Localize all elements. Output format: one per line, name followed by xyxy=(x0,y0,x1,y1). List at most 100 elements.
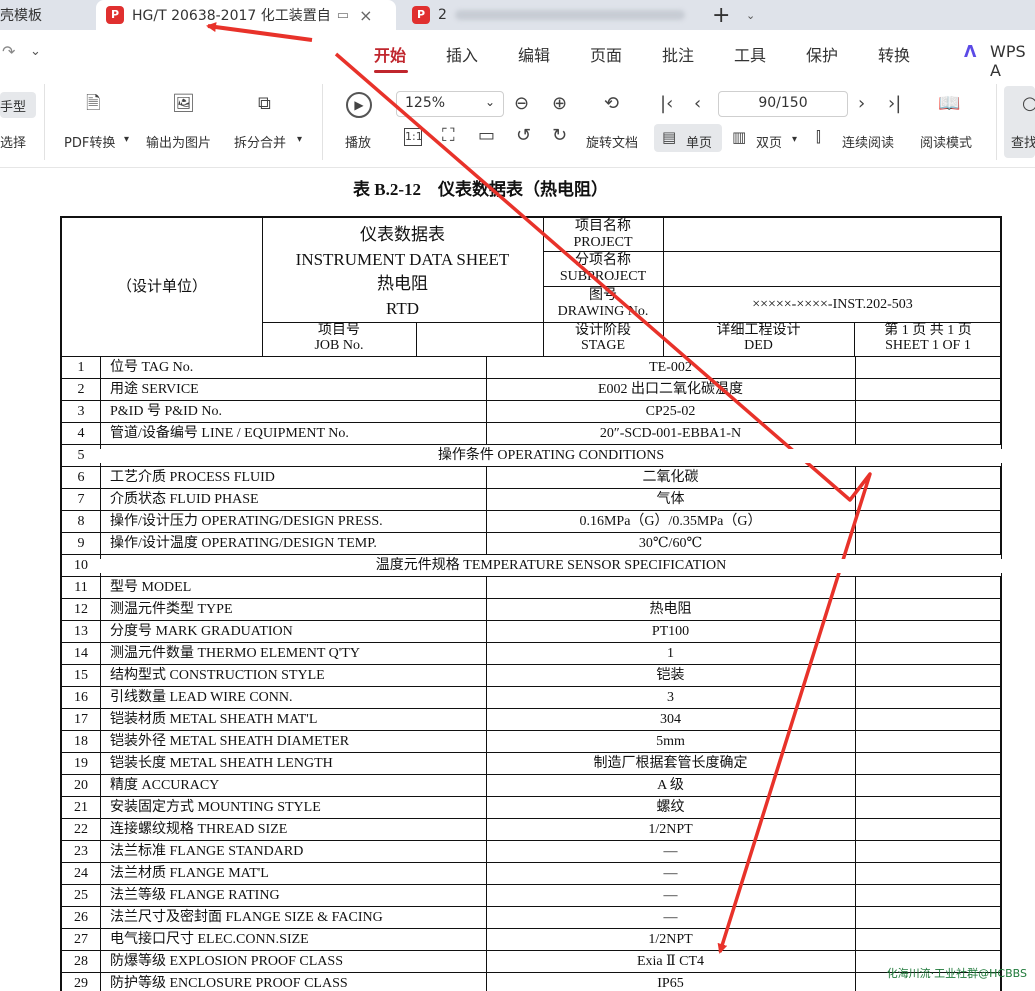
stage-label-en: STAGE xyxy=(581,338,625,353)
row-value: 1/2NPT xyxy=(648,822,693,837)
divider xyxy=(996,84,997,160)
play-button[interactable]: 播放 xyxy=(345,132,371,151)
last-page-icon[interactable]: ›| xyxy=(888,94,901,114)
menu-insert[interactable]: 插入 xyxy=(446,42,478,66)
table-row: 3 P&ID 号 P&ID No. CP25-02 xyxy=(62,401,1002,423)
rotate-right-icon[interactable]: ↻ xyxy=(552,126,567,146)
pdf-page-view[interactable]: 表 B.2-12 仪表数据表（热电阻） （设计单位） 仪表数据表 INSTRUM… xyxy=(0,168,1035,991)
row-number: 29 xyxy=(74,976,88,991)
sheet-type-en: RTD xyxy=(386,299,419,318)
row-label: 引线数量 LEAD WIRE CONN. xyxy=(110,690,293,705)
chevron-down-icon[interactable]: ⌄ xyxy=(746,0,755,30)
row-label: 精度 ACCURACY xyxy=(110,778,220,793)
menu-protect[interactable]: 保护 xyxy=(806,42,838,66)
tab-label: 2 xyxy=(438,7,447,23)
row-label: 铠装外径 METAL SHEATH DIAMETER xyxy=(110,734,350,749)
row-value: Exia Ⅱ CT4 xyxy=(636,954,705,969)
tab-other-document[interactable]: P 2 xyxy=(406,0,696,30)
search-icon: ○ xyxy=(1022,93,1035,114)
split-merge-button[interactable]: 拆分合并 xyxy=(234,132,286,151)
menu-wps-ai[interactable]: WPS A xyxy=(990,42,1035,80)
grid-line xyxy=(543,251,1002,252)
menu-tools[interactable]: 工具 xyxy=(734,42,766,66)
row-label: 分度号 MARK GRADUATION xyxy=(110,624,293,639)
continuous-read-button[interactable]: 连续阅读 xyxy=(842,132,894,151)
fit-width-icon[interactable]: ▭ xyxy=(478,126,495,146)
first-page-icon[interactable]: |‹ xyxy=(660,94,673,114)
table-row: 8 操作/设计压力 OPERATING/DESIGN PRESS. 0.16MPa（… xyxy=(62,511,1002,533)
find-button[interactable]: 查找 xyxy=(1011,132,1035,151)
tab-template[interactable]: 壳模板 xyxy=(0,0,90,30)
read-mode-icon: 📖 xyxy=(938,93,961,114)
row-label: P&ID 号 P&ID No. xyxy=(110,404,223,419)
table-row: 21 安装固定方式 MOUNTING STYLE 螺纹 xyxy=(62,797,1002,819)
row-value: — xyxy=(663,844,678,859)
close-icon[interactable]: × xyxy=(359,6,372,25)
row-value: 1/2NPT xyxy=(648,932,693,947)
table-row: 9 操作/设计温度 OPERATING/DESIGN TEMP. 30℃/60℃ xyxy=(62,533,1002,555)
menu-start[interactable]: 开始 xyxy=(374,42,406,66)
row-value: 螺纹 xyxy=(656,800,685,815)
row-label: 电气接口尺寸 ELEC.CONN.SIZE xyxy=(110,932,309,947)
menu-edit[interactable]: 编辑 xyxy=(518,42,550,66)
table-row: 27 电气接口尺寸 ELEC.CONN.SIZE 1/2NPT xyxy=(62,929,1002,951)
row-value: IP65 xyxy=(657,976,684,991)
redo-icon[interactable]: ↷ xyxy=(2,42,15,61)
table-row: 6 工艺介质 PROCESS FLUID 二氧化碳 xyxy=(62,467,1002,489)
menu-bar: ↷ ⌄ 开始 插入 编辑 页面 批注 工具 保护 转换 ᐱ WPS A xyxy=(0,30,1035,80)
new-tab-button[interactable]: + xyxy=(712,0,738,30)
row-label: 防护等级 ENCLOSURE PROOF CLASS xyxy=(110,976,348,991)
zoom-select[interactable]: 125% ⌄ xyxy=(396,91,504,117)
row-value: 铠装 xyxy=(656,668,685,683)
sheet-count-en: SHEET 1 OF 1 xyxy=(885,338,971,353)
zoom-in-icon[interactable]: ⊕ xyxy=(552,94,567,114)
split-merge-icon: ⧉ xyxy=(258,93,271,114)
fit-page-icon[interactable]: ⛶ xyxy=(442,126,455,146)
row-label: 法兰尺寸及密封面 FLANGE SIZE & FACING xyxy=(110,910,383,925)
row-label: 操作/设计压力 OPERATING/DESIGN PRESS. xyxy=(110,514,383,529)
read-mode-button[interactable]: 阅读模式 xyxy=(920,132,972,151)
watermark-text: 化海川流·工业社群@HCBBS xyxy=(886,967,1027,980)
rotate-left-icon[interactable]: ↺ xyxy=(516,126,531,146)
row-number: 7 xyxy=(77,492,85,507)
sheet-count-cn: 第 1 页 共 1 页 xyxy=(884,323,972,338)
menu-page[interactable]: 页面 xyxy=(590,42,622,66)
chevron-down-icon[interactable]: ⌄ xyxy=(30,44,41,59)
table-row: 1 位号 TAG No. TE-002 xyxy=(62,357,1002,379)
row-label: 铠装长度 METAL SHEATH LENGTH xyxy=(110,756,333,771)
row-value: 20″-SCD-001-EBBA1-N xyxy=(599,426,742,441)
select-tool-button[interactable]: 选择 xyxy=(0,132,26,151)
row-number: 24 xyxy=(74,866,88,881)
pdf-convert-button[interactable]: PDF转换 xyxy=(64,132,115,151)
row-number: 2 xyxy=(77,382,85,397)
single-page-icon: ▤ xyxy=(662,128,677,146)
rotate-document-button[interactable]: 旋转文档 xyxy=(586,132,638,151)
active-menu-indicator xyxy=(374,70,408,73)
page-number-input[interactable]: 90/150 xyxy=(718,91,848,117)
actual-size-icon[interactable]: 1:1 xyxy=(404,128,423,146)
row-label: 介质状态 FLUID PHASE xyxy=(110,492,259,507)
row-value: — xyxy=(663,910,678,925)
row-number: 4 xyxy=(77,426,85,441)
table-row: 26 法兰尺寸及密封面 FLANGE SIZE & FACING — xyxy=(62,907,1002,929)
double-page-button[interactable]: 双页 xyxy=(756,132,782,151)
tab-bar: 壳模板 P HG/T 20638-2017 化工装置自 ▭ × P 2 + ⌄ xyxy=(0,0,1035,30)
row-value: 二氧化碳 xyxy=(642,470,699,485)
plus-icon: + xyxy=(712,2,731,28)
zoom-out-icon[interactable]: ⊖ xyxy=(514,94,529,114)
drawing-label-en: DRAWING No. xyxy=(557,304,649,319)
menu-annotate[interactable]: 批注 xyxy=(662,42,694,66)
tab-active-document[interactable]: P HG/T 20638-2017 化工装置自 ▭ × xyxy=(96,0,396,30)
hand-tool-button[interactable]: 手型 xyxy=(0,96,26,115)
row-number: 20 xyxy=(74,778,88,793)
wps-ai-icon[interactable]: ᐱ xyxy=(964,42,976,61)
next-page-icon[interactable]: › xyxy=(858,94,865,114)
prev-page-icon[interactable]: ‹ xyxy=(694,94,701,114)
single-page-button[interactable]: 单页 xyxy=(686,132,712,151)
export-image-button[interactable]: 输出为图片 xyxy=(146,132,211,151)
table-row: 4 管道/设备编号 LINE / EQUIPMENT No. 20″-SCD-001… xyxy=(62,423,1002,445)
row-value: CP25-02 xyxy=(645,404,696,419)
row-number: 18 xyxy=(74,734,88,749)
row-value: — xyxy=(663,888,678,903)
menu-convert[interactable]: 转换 xyxy=(878,42,910,66)
